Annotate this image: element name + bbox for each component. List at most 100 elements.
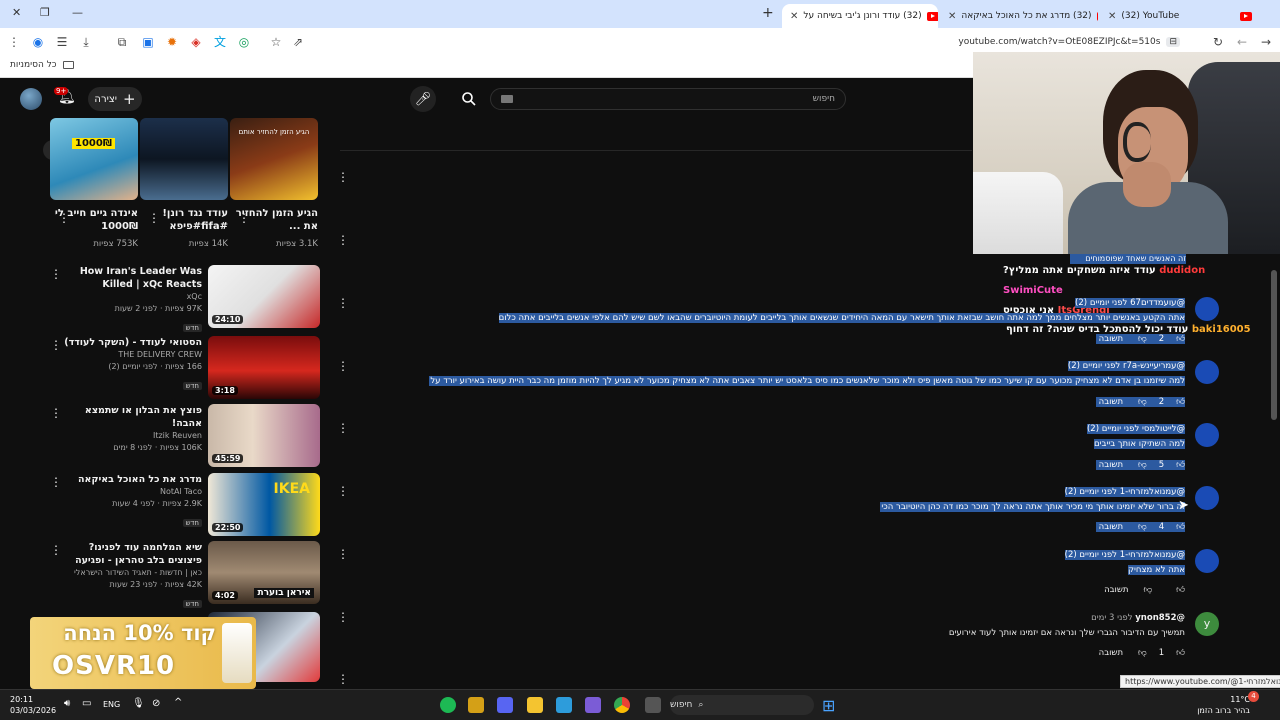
more-icon[interactable]: ⋮ [337,359,349,373]
dislike-icon[interactable]: 👎︎ [1138,522,1147,532]
recommended-video[interactable]: 3:18 הסטואי לעודד - (השקר לעודד) THE DEL… [40,336,320,400]
display-icon[interactable]: ▭ [82,698,91,709]
recommended-video[interactable]: 24:10 How Iran's Leader Was Killed | xQc… [40,265,320,332]
close-tab-icon[interactable]: ✕ [1108,11,1116,22]
recommended-video[interactable]: IKEA 22:50 מדרג את כל האוכל באיקאה NotAl… [40,473,320,537]
app-icon[interactable] [556,697,572,713]
app-icon[interactable] [468,697,484,713]
extension-shield-icon[interactable]: ◈ [188,34,204,50]
video-thumbnail[interactable]: 3:18 [208,336,320,399]
commenter-avatar[interactable] [1195,486,1219,510]
close-window-icon[interactable]: ✕ [12,6,21,19]
chrome-icon[interactable] [614,697,630,713]
channel-name[interactable]: Itzik Reuven [52,430,202,442]
recommended-video[interactable]: 45:59 פוצץ את הבלון או שתמצא אהבה! Itzik… [40,404,320,468]
network-off-icon[interactable]: ⊘ [152,698,160,709]
back-icon[interactable]: → [1258,34,1274,50]
forward-icon[interactable]: ← [1234,34,1250,50]
video-thumbnail[interactable]: 24:10 [208,265,320,328]
tab-ikea[interactable]: ✕ (32) מדרג את כל האוכל באיקאה [940,4,1098,28]
file-explorer-icon[interactable] [527,697,543,713]
language-indicator[interactable]: ENG [103,700,120,709]
site-settings-icon[interactable]: ⊟ [1166,37,1180,47]
page-scrollbar[interactable] [1271,270,1277,420]
reload-icon[interactable]: ↻ [1210,34,1226,50]
channel-name[interactable]: כאן | חדשות - תאגיד השידור הישראלי [52,567,202,579]
commenter-avatar[interactable] [1195,423,1219,447]
extension-list-icon[interactable]: ☰ [54,34,70,50]
more-icon[interactable]: ⋮ [337,170,349,184]
recommended-video[interactable]: איראן בוערת 4:02 שיא המלחמה עוד לפנינו? … [40,541,320,608]
short-more-icon[interactable]: ⋮ [58,211,70,225]
short-thumbnail[interactable]: 1000₪ [50,118,138,200]
more-icon[interactable]: ⋮ [337,547,349,561]
extension-globe-icon[interactable]: ◉ [30,34,46,50]
more-icon[interactable]: ⋮ [337,610,349,624]
reply-button[interactable]: תשובה [1096,397,1126,407]
more-icon[interactable]: ⋮ [337,296,349,310]
video-more-icon[interactable]: ⋮ [50,338,62,352]
all-bookmarks-button[interactable]: כל הסימניות [10,60,74,70]
video-title[interactable]: מדרג את כל האוכל באיקאה [52,473,202,486]
more-icon[interactable]: ⋮ [337,421,349,435]
extension-screen-icon[interactable]: ▣ [140,34,156,50]
like-icon[interactable]: 👍︎ [1176,648,1185,658]
reply-button[interactable]: תשובה [1101,585,1131,595]
channel-name[interactable]: xQc [52,291,202,303]
extension-translate-icon[interactable]: 文 [212,34,228,50]
video-more-icon[interactable]: ⋮ [50,267,62,281]
comment-author[interactable]: @עמנואלמזרחי-1 [1120,550,1185,560]
dislike-icon[interactable]: 👎︎ [1138,334,1147,344]
video-title[interactable]: How Iran's Leader Was Killed | xQc React… [52,265,202,291]
extension-grammar-icon[interactable]: ◎ [236,34,252,50]
close-tab-icon[interactable]: ✕ [790,11,798,22]
keyboard-icon[interactable] [501,95,513,103]
extensions-puzzle-icon[interactable]: ⧉ [114,34,130,50]
address-bar[interactable]: youtube.com/watch?v=OtE08EZIPJc&t=510s ⊟ [900,32,1180,52]
weather-widget[interactable]: 11°C בהיר ברוב הזמן [1197,694,1250,716]
reply-button[interactable]: תשובה [1096,648,1126,658]
tab-youtube[interactable]: ✕ (32) YouTube [1100,4,1260,28]
download-icon[interactable]: ⤓ [78,34,94,50]
reply-button[interactable]: תשובה [1096,334,1126,344]
video-thumbnail[interactable]: IKEA 22:50 [208,473,320,536]
reply-button[interactable]: תשובה [1096,522,1126,532]
video-title[interactable]: שיא המלחמה עוד לפנינו? פיצוצים בלב טהראן… [52,541,202,567]
commenter-avatar[interactable]: y [1195,612,1219,636]
extension-fire-icon[interactable]: ✹ [164,34,180,50]
dislike-icon[interactable]: 👎︎ [1138,648,1147,658]
video-title[interactable]: הסטואי לעודד - (השקר לעודד) [52,336,202,349]
chevron-up-icon[interactable]: ^ [174,697,182,708]
like-icon[interactable]: 👍︎ [1176,334,1185,344]
taskbar-search[interactable]: ⌕ חיפוש [670,695,814,715]
video-more-icon[interactable]: ⋮ [50,543,62,557]
search-input[interactable]: חיפוש [490,88,846,110]
comment-author[interactable]: @עועמדדים67 [1130,298,1185,308]
dislike-icon[interactable]: 👎︎ [1143,585,1152,595]
like-icon[interactable]: 👍︎ [1176,585,1185,595]
comment-author[interactable]: @לייטולמסי [1142,424,1185,434]
more-icon[interactable]: ⋮ [337,233,349,247]
new-tab-button[interactable]: + [762,5,774,21]
clock[interactable]: 20:11 03/03/2026 [10,694,56,716]
short-more-icon[interactable]: ⋮ [148,211,160,225]
short-thumbnail[interactable]: הגיע הזמן להחזיר אותם [230,118,318,200]
channel-name[interactable]: THE DELIVERY CREW [52,349,202,361]
menu-dots-icon[interactable]: ⋮ [6,34,22,50]
dislike-icon[interactable]: 👎︎ [1138,460,1147,470]
spotify-icon[interactable] [440,697,456,713]
windows-start-icon[interactable]: ⊞ [822,696,835,715]
restore-window-icon[interactable]: ❐ [40,6,50,19]
search-button[interactable] [456,86,482,112]
commenter-avatar[interactable] [1195,549,1219,573]
like-icon[interactable]: 👍︎ [1176,460,1185,470]
create-button[interactable]: יצירה + [88,87,142,111]
bookmark-star-icon[interactable]: ☆ [268,34,284,50]
like-icon[interactable]: 👍︎ [1176,397,1185,407]
comment-author[interactable]: @ynon852 [1135,613,1185,623]
account-avatar[interactable] [20,88,42,110]
commenter-avatar[interactable] [1195,360,1219,384]
short-more-icon[interactable]: ⋮ [238,211,250,225]
video-more-icon[interactable]: ⋮ [50,406,62,420]
video-more-icon[interactable]: ⋮ [50,475,62,489]
